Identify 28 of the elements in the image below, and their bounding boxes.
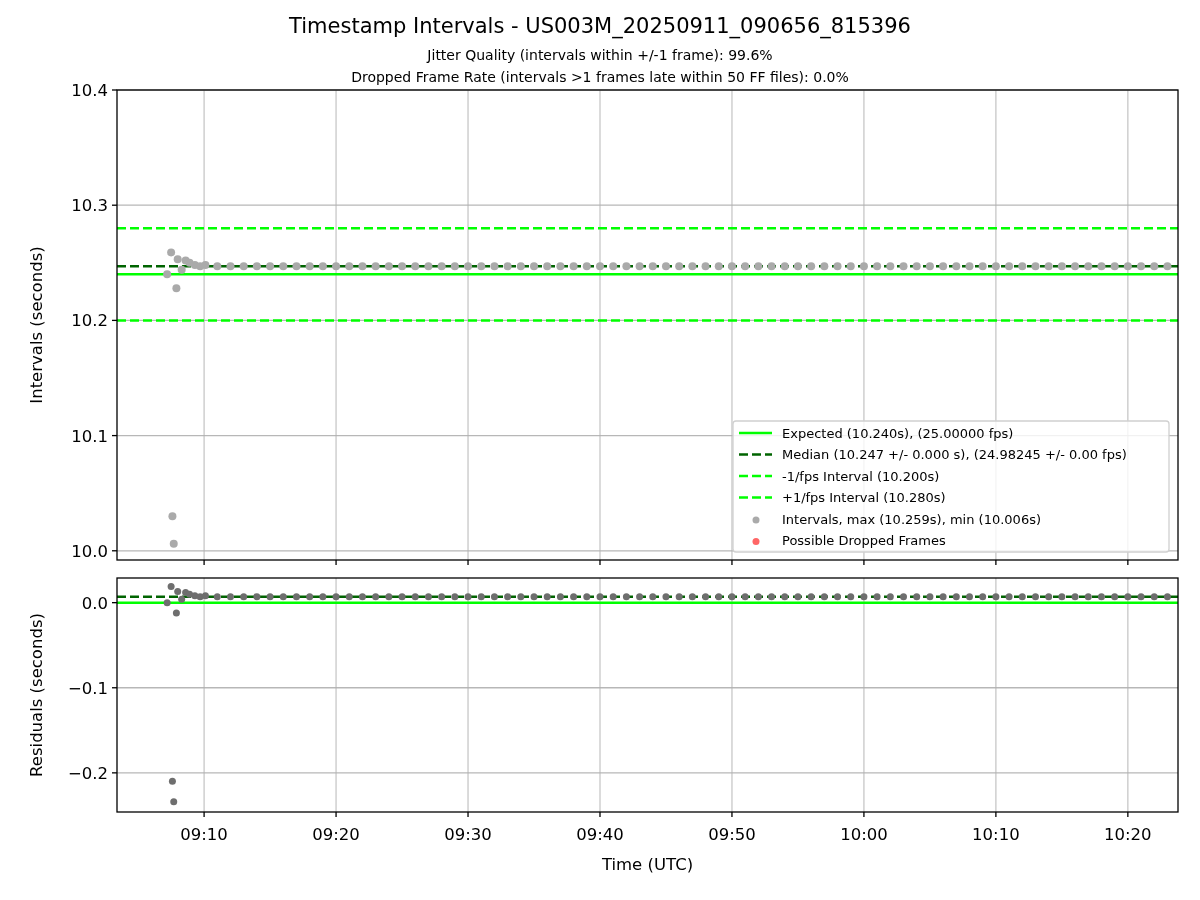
legend-label: Expected (10.240s), (25.00000 fps) [782, 425, 1014, 441]
tick-label: 09:50 [708, 825, 756, 844]
legend-label: +1/fps Interval (10.280s) [782, 490, 946, 505]
tick-label: 0.0 [81, 593, 108, 613]
axis-label: Time (UTC) [601, 855, 694, 874]
axis-label: Intervals (seconds) [27, 246, 46, 404]
tick-label: −0.2 [67, 763, 108, 783]
tick-label: 09:30 [444, 825, 492, 844]
tick-label: 09:40 [576, 825, 624, 844]
tick-label: 10:20 [1104, 825, 1152, 844]
tick-label: 10:00 [840, 825, 888, 844]
legend-label: Possible Dropped Frames [782, 533, 946, 548]
tick-label: 10.4 [71, 81, 108, 100]
legend-label: -1/fps Interval (10.200s) [782, 468, 940, 484]
legend-label: Median (10.247 +/- 0.000 s), (24.98245 +/- 0.00 fps) [782, 447, 1127, 462]
chart-title: Timestamp Intervals - US003M_20250911_090656_815396 [289, 13, 911, 40]
tick-label: 10.1 [71, 426, 108, 446]
tick-label: 09:20 [312, 825, 360, 844]
legend-label: Intervals, max (10.259s), min (10.006s) [782, 511, 1041, 527]
chart-subtitle: Jitter Quality (intervals within +/-1 frame): 99.6% [427, 46, 773, 65]
tick-label: 10.0 [71, 541, 108, 561]
tick-label: 10:10 [972, 825, 1020, 844]
axis-label: Residuals (seconds) [27, 613, 46, 777]
tick-label: 10.2 [71, 311, 108, 331]
tick-label: 10.3 [71, 196, 108, 216]
tick-label: 09:10 [180, 825, 228, 844]
chart-subtitle: Dropped Frame Rate (intervals >1 frames late within 50 FF files): 0.0% [351, 68, 849, 87]
tick-label: −0.1 [67, 678, 108, 698]
